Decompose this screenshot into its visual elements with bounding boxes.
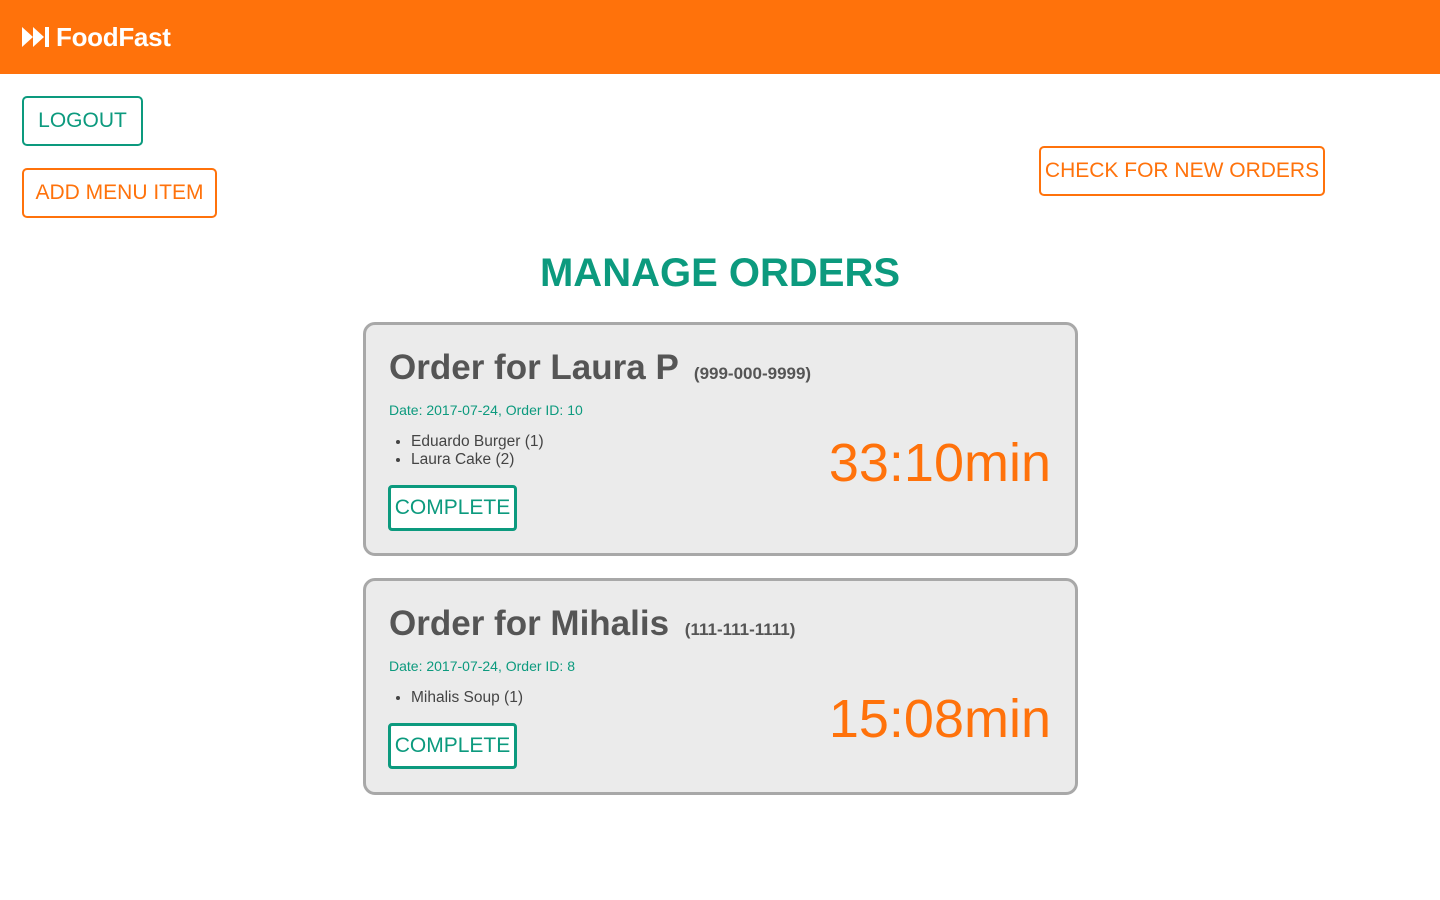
- order-card: Order for Laura P (999-000-9999) Date: 2…: [363, 322, 1078, 556]
- fast-forward-icon: [22, 27, 49, 47]
- check-new-orders-button[interactable]: CHECK FOR NEW ORDERS: [1039, 146, 1325, 196]
- order-items-list: Eduardo Burger (1) Laura Cake (2): [411, 433, 544, 469]
- order-elapsed-timer: 33:10min: [828, 433, 1051, 493]
- order-heading: Order for Laura P (999-000-9999): [389, 347, 811, 395]
- order-customer: Order for Mihalis: [389, 604, 670, 643]
- order-item: Laura Cake (2): [411, 451, 544, 469]
- order-item: Mihalis Soup (1): [411, 689, 523, 707]
- order-meta: Date: 2017-07-24, Order ID: 10: [389, 402, 583, 418]
- order-items-list: Mihalis Soup (1): [411, 689, 523, 707]
- order-item: Eduardo Burger (1): [411, 433, 544, 451]
- page-title: MANAGE ORDERS: [539, 251, 901, 295]
- order-heading: Order for Mihalis (111-111-1111): [389, 603, 795, 651]
- complete-order-button[interactable]: COMPLETE: [388, 485, 517, 531]
- complete-order-button[interactable]: COMPLETE: [388, 723, 517, 769]
- order-phone: (111-111-1111): [684, 620, 796, 639]
- logout-button[interactable]: LOGOUT: [22, 96, 143, 146]
- top-navbar: FoodFast: [0, 0, 1440, 74]
- order-card: Order for Mihalis (111-111-1111) Date: 2…: [363, 578, 1078, 795]
- order-phone: (999-000-9999): [693, 364, 812, 383]
- brand-logo[interactable]: FoodFast: [22, 22, 171, 52]
- add-menu-item-button[interactable]: ADD MENU ITEM: [22, 168, 217, 218]
- order-meta: Date: 2017-07-24, Order ID: 8: [389, 658, 575, 674]
- brand-name: FoodFast: [56, 21, 171, 52]
- order-elapsed-timer: 15:08min: [828, 689, 1051, 749]
- order-customer: Order for Laura P: [389, 348, 679, 387]
